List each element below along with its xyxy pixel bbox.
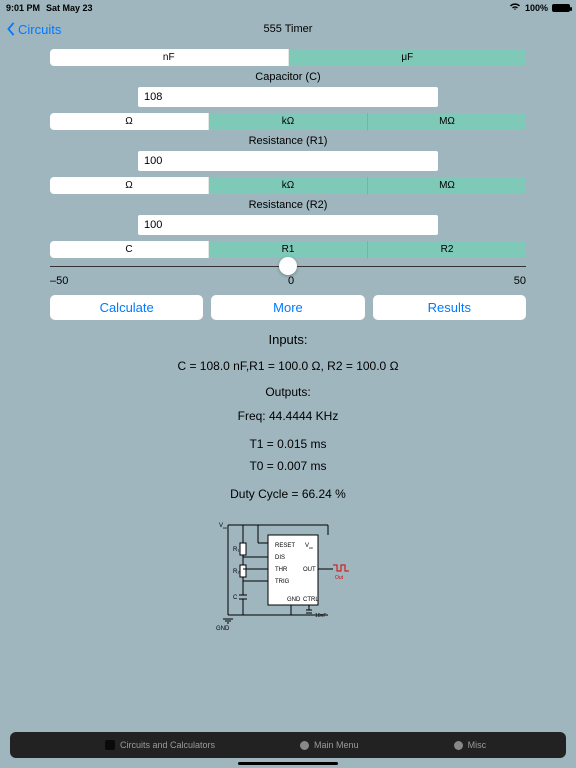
status-date: Sat May 23 (46, 3, 93, 13)
svg-text:THR: THR (275, 567, 288, 573)
svg-text:GND: GND (287, 597, 301, 603)
svg-text:R₂: R₂ (233, 569, 240, 575)
output-duty: Duty Cycle = 66.24 % (230, 487, 346, 501)
calculate-button[interactable]: Calculate (50, 295, 203, 320)
back-button[interactable]: Circuits (6, 22, 61, 37)
back-label: Circuits (18, 22, 61, 37)
seg-opt-kohm[interactable]: kΩ (209, 113, 368, 130)
circuit-diagram: RESET DIS THR TRIG GND CTRL Vcc OUT R₁ R… (213, 515, 363, 638)
svg-text:CTRL: CTRL (303, 597, 319, 603)
r2-unit-segment[interactable]: Ω kΩ MΩ (50, 177, 526, 194)
battery-percent: 100% (525, 3, 548, 13)
seg-opt-nf[interactable]: nF (50, 49, 289, 66)
svg-text:Out: Out (335, 575, 344, 581)
r2-input[interactable]: 100 (138, 215, 438, 235)
tab-icon (454, 741, 463, 750)
r1-input[interactable]: 100 (138, 151, 438, 171)
svg-text:DIS: DIS (275, 555, 285, 561)
page-title: 555 Timer (264, 23, 313, 35)
svg-text:C: C (233, 595, 238, 601)
seg-opt-c[interactable]: C (50, 241, 209, 258)
tab-label: Main Menu (314, 740, 359, 750)
wifi-icon (509, 2, 521, 14)
outputs-heading: Outputs: (265, 385, 310, 399)
seg-opt-kohm[interactable]: kΩ (209, 177, 368, 194)
battery-icon (552, 4, 570, 12)
inputs-summary: C = 108.0 nF,R1 = 100.0 Ω, R2 = 100.0 Ω (177, 359, 398, 373)
output-freq: Freq: 44.4444 KHz (238, 409, 339, 423)
nav-bar: Circuits 555 Timer (0, 16, 576, 42)
status-time: 9:01 PM (6, 3, 40, 13)
svg-text:10nF: 10nF (315, 613, 326, 619)
tab-icon (300, 741, 309, 750)
svg-text:OUT: OUT (303, 567, 316, 573)
variable-select-segment[interactable]: C R1 R2 (50, 241, 526, 258)
seg-opt-ohm[interactable]: Ω (50, 113, 209, 130)
results-button[interactable]: Results (373, 295, 526, 320)
capacitor-label: Capacitor (C) (255, 71, 320, 83)
output-t0: T0 = 0.007 ms (249, 459, 326, 473)
tab-label: Circuits and Calculators (120, 740, 215, 750)
seg-opt-mohm[interactable]: MΩ (368, 177, 526, 194)
tab-main-menu[interactable]: Main Menu (300, 740, 359, 750)
r2-label: Resistance (R2) (249, 199, 328, 211)
slider-min: –50 (50, 275, 68, 287)
capacitor-unit-segment[interactable]: nF μF (50, 49, 526, 66)
svg-text:cc: cc (309, 545, 313, 550)
seg-opt-r2[interactable]: R2 (368, 241, 526, 258)
seg-opt-uf[interactable]: μF (289, 49, 527, 66)
tab-label: Misc (468, 740, 487, 750)
tab-icon (105, 740, 115, 750)
slider-thumb[interactable] (279, 257, 297, 275)
seg-opt-ohm[interactable]: Ω (50, 177, 209, 194)
slider-mid: 0 (288, 275, 294, 287)
capacitor-input[interactable]: 108 (138, 87, 438, 107)
tab-misc[interactable]: Misc (454, 740, 487, 750)
svg-text:TRIG: TRIG (275, 579, 290, 585)
seg-opt-r1[interactable]: R1 (209, 241, 368, 258)
svg-text:RESET: RESET (275, 543, 295, 549)
tab-circuits[interactable]: Circuits and Calculators (105, 740, 215, 750)
r1-unit-segment[interactable]: Ω kΩ MΩ (50, 113, 526, 130)
slider-max: 50 (514, 275, 526, 287)
inputs-heading: Inputs: (268, 332, 307, 347)
r1-label: Resistance (R1) (249, 135, 328, 147)
chevron-left-icon (6, 22, 16, 36)
tab-bar: Circuits and Calculators Main Menu Misc (10, 732, 566, 758)
svg-text:cc: cc (223, 525, 227, 530)
seg-opt-mohm[interactable]: MΩ (368, 113, 526, 130)
adjust-slider[interactable] (50, 266, 526, 267)
more-button[interactable]: More (211, 295, 364, 320)
svg-text:GND: GND (216, 626, 230, 632)
svg-text:R₁: R₁ (233, 547, 239, 553)
home-indicator (238, 762, 338, 765)
output-t1: T1 = 0.015 ms (249, 437, 326, 451)
status-bar: 9:01 PM Sat May 23 100% (0, 0, 576, 16)
